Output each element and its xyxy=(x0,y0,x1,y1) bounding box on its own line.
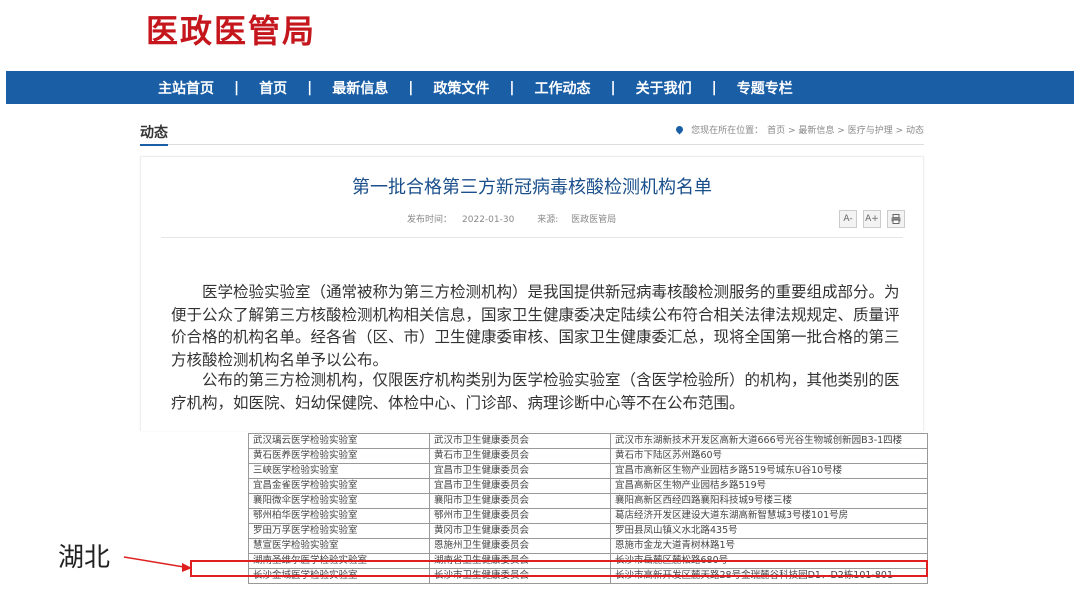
table-row: 襄阳微伞医学检验实验室 襄阳市卫生健康委员会 襄阳高新区西经四路襄阳科技城9号楼三楼 xyxy=(248,493,928,509)
table-cell: 黄石医养医学检验实验室 xyxy=(248,448,430,464)
table-cell: 宜昌市卫生健康委员会 xyxy=(429,478,611,494)
nav-separator: | xyxy=(307,79,313,96)
table-row: 黄石医养医学检验实验室 黄石市卫生健康委员会 黄石市下陆区苏州路60号 xyxy=(248,448,928,464)
breadcrumb-link[interactable]: 首页 xyxy=(767,126,785,136)
print-icon[interactable] xyxy=(887,210,905,228)
source-label: 来源: xyxy=(537,215,559,225)
nav-item-3[interactable]: 政策文件 xyxy=(431,78,491,98)
breadcrumb-separator: > xyxy=(785,126,799,136)
nav-item-2[interactable]: 最新信息 xyxy=(330,78,390,98)
breadcrumb-bar: 动态 您现在所在位置： 首页 > 最新信息 > 医疗与护理 > 动态 xyxy=(140,120,924,146)
highlight-box xyxy=(190,560,928,577)
table-row: 三峡医学检验实验室 宜昌市卫生健康委员会 宜昌市高新区生物产业园桔乡路519号城东U… xyxy=(248,463,928,479)
breadcrumb-link[interactable]: 动态 xyxy=(906,126,924,136)
table-cell: 鄂州市卫生健康委员会 xyxy=(429,508,611,524)
table-cell: 襄阳微伞医学检验实验室 xyxy=(248,493,430,509)
nav-items: 主站首页 | 首页 | 最新信息 | 政策文件 | 工作动态 | 关于我们 | 专题专栏 xyxy=(156,71,795,104)
table-cell: 襄阳市卫生健康委员会 xyxy=(429,493,611,509)
table-cell: 罗田县凤山镇义水北路435号 xyxy=(610,523,928,539)
breadcrumb-link[interactable]: 医疗与护理 xyxy=(848,126,893,136)
table-cell: 三峡医学检验实验室 xyxy=(248,463,430,479)
breadcrumb-prefix: 您现在所在位置： xyxy=(691,126,764,136)
publish-date: 2022-01-30 xyxy=(462,215,515,225)
nav-item-1[interactable]: 首页 xyxy=(257,78,289,98)
nav-item-6[interactable]: 专题专栏 xyxy=(735,78,795,98)
font-decrease-button[interactable]: A- xyxy=(839,210,857,228)
table-cell: 慧宣医学检验实验室 xyxy=(248,538,430,554)
table-cell: 恩施州卫生健康委员会 xyxy=(429,538,611,554)
table-cell: 恩施市金龙大道青树林路1号 xyxy=(610,538,928,554)
nav-item-5[interactable]: 关于我们 xyxy=(634,78,694,98)
table-cell: 黄石市下陆区苏州路60号 xyxy=(610,448,928,464)
table-cell: 鄂州柏华医学检验实验室 xyxy=(248,508,430,524)
article-paragraph-2: 公布的第三方检测机构，仅限医疗机构类别为医学检验实验室（含医学检验所）的机构，其… xyxy=(171,371,900,412)
table-row: 罗田万孚医学检验实验室 黄冈市卫生健康委员会 罗田县凤山镇义水北路435号 xyxy=(248,523,928,539)
breadcrumb-separator: > xyxy=(834,126,848,136)
table-row: 慧宣医学检验实验室 恩施州卫生健康委员会 恩施市金龙大道青树林路1号 xyxy=(248,538,928,554)
font-increase-button[interactable]: A+ xyxy=(863,210,881,228)
table-row: 武汉璃云医学检验实验室 武汉市卫生健康委员会 武汉市东湖新技术开发区高新大道666号… xyxy=(248,433,928,449)
table-row: 宜昌金雀医学检验实验室 宜昌市卫生健康委员会 宜昌高新区生物产业园桔乡路519号 xyxy=(248,478,928,494)
article-title: 第一批合格第三方新冠病毒核酸检测机构名单 xyxy=(352,177,712,198)
table-cell: 葛店经济开发区建设大道东湖高新智慧城3号楼101号房 xyxy=(610,508,928,524)
table-cell: 黄石市卫生健康委员会 xyxy=(429,448,611,464)
source-name: 医政医管局 xyxy=(571,215,617,225)
table-cell: 宜昌市高新区生物产业园桔乡路519号城东U谷10号楼 xyxy=(610,463,928,479)
table-cell: 武汉璃云医学检验实验室 xyxy=(248,433,430,449)
site-logo[interactable]: 医政医管局 xyxy=(146,6,316,52)
nav-separator: | xyxy=(234,79,240,96)
location-pin-icon xyxy=(674,124,685,135)
article-panel: 第一批合格第三方新冠病毒核酸检测机构名单 发布时间： 2022-01-30 来源:… xyxy=(140,156,924,431)
table-cell: 罗田万孚医学检验实验室 xyxy=(248,523,430,539)
table-cell: 黄冈市卫生健康委员会 xyxy=(429,523,611,539)
publish-label: 发布时间： xyxy=(407,215,453,225)
nav-item-0[interactable]: 主站首页 xyxy=(156,78,216,98)
table-cell: 宜昌高新区生物产业园桔乡路519号 xyxy=(610,478,928,494)
main-nav: 主站首页 | 首页 | 最新信息 | 政策文件 | 工作动态 | 关于我们 | 专题专栏 xyxy=(6,71,1074,104)
nav-separator: | xyxy=(509,79,515,96)
breadcrumb-link[interactable]: 最新信息 xyxy=(798,126,834,136)
nav-item-4[interactable]: 工作动态 xyxy=(533,78,593,98)
nav-separator: | xyxy=(711,79,717,96)
annotation-label: 湖北 xyxy=(58,543,111,573)
table-cell: 武汉市卫生健康委员会 xyxy=(429,433,611,449)
table-row: 鄂州柏华医学检验实验室 鄂州市卫生健康委员会 葛店经济开发区建设大道东湖高新智慧城3… xyxy=(248,508,928,524)
section-title: 动态 xyxy=(140,122,168,146)
article-meta: 发布时间： 2022-01-30 来源: 医政医管局 xyxy=(407,212,636,225)
nav-separator: | xyxy=(610,79,616,96)
article-paragraph-1: 医学检验实验室（通常被称为第三方检测机构）是我国提供新冠病毒核酸检测服务的重要组… xyxy=(171,283,900,369)
table-cell: 宜昌金雀医学检验实验室 xyxy=(248,478,430,494)
table-cell: 襄阳高新区西经四路襄阳科技城9号楼三楼 xyxy=(610,493,928,509)
meta-divider xyxy=(161,237,903,238)
breadcrumb-list: 首页 > 最新信息 > 医疗与护理 > 动态 xyxy=(767,123,924,136)
table-cell: 武汉市东湖新技术开发区高新大道666号光谷生物城创新园B3-1四楼 xyxy=(610,433,928,449)
article-tools: A- A+ xyxy=(839,210,905,228)
breadcrumb-separator: > xyxy=(892,126,906,136)
nav-separator: | xyxy=(408,79,414,96)
table-cell: 宜昌市卫生健康委员会 xyxy=(429,463,611,479)
breadcrumb: 您现在所在位置： 首页 > 最新信息 > 医疗与护理 > 动态 xyxy=(674,123,924,136)
